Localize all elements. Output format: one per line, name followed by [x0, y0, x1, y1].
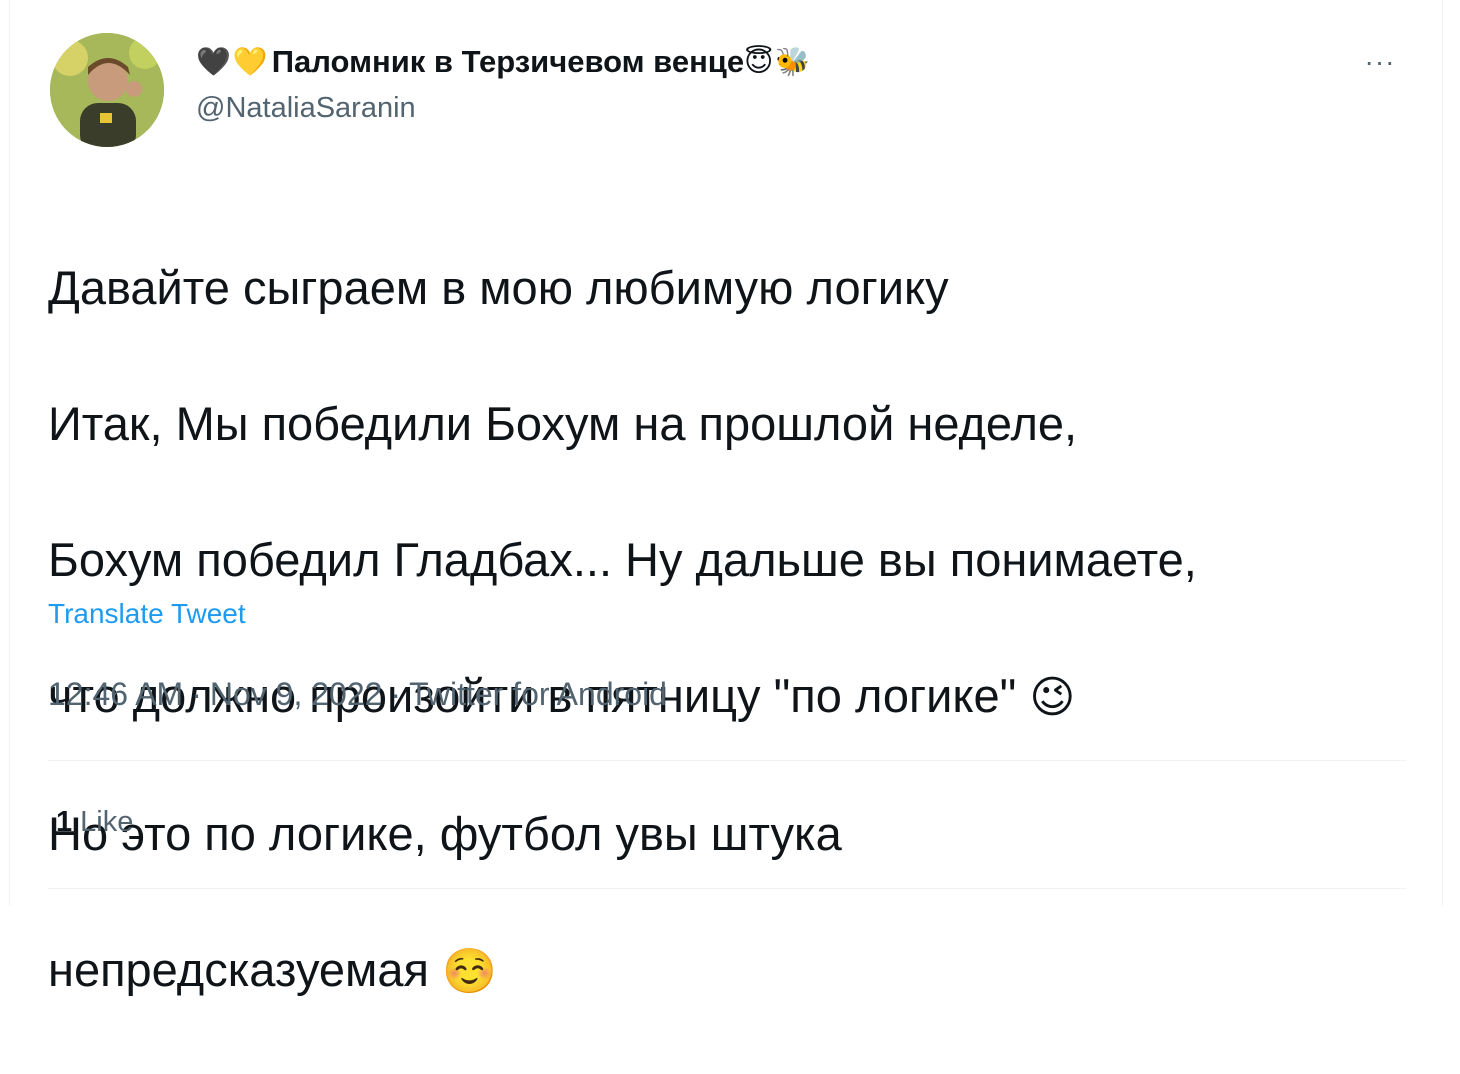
author-avatar[interactable] — [50, 33, 164, 147]
meta-separator: · — [390, 676, 402, 712]
likes-count: 1 — [56, 806, 73, 838]
likes-stat[interactable]: 1 Like — [56, 806, 133, 839]
bee-icon: 🐝 — [775, 46, 811, 77]
tweet-time[interactable]: 12:46 AM — [48, 676, 183, 712]
tweet-source[interactable]: Twitter for Android — [409, 676, 667, 712]
display-name: Паломник в Терзичевом венце — [271, 44, 745, 79]
tweet-text: Давайте сыграем в мою любимую логику Ита… — [48, 186, 1408, 1074]
tweet-line: Итак, Мы победили Бохум на прошлой недел… — [48, 397, 1078, 450]
divider — [48, 760, 1406, 761]
tweet-line: Давайте сыграем в мою любимую логику — [48, 261, 949, 314]
divider — [48, 888, 1406, 889]
translate-tweet-link[interactable]: Translate Tweet — [48, 598, 246, 630]
tweet-date[interactable]: Nov 9, 2022 — [210, 676, 383, 712]
meta-separator: · — [191, 676, 202, 712]
tweet-card: 🖤 💛 Паломник в Терзичевом венце 😇 🐝 @Nat… — [9, 0, 1443, 996]
avatar-image — [50, 33, 164, 147]
tweet-line: Но это по логике, футбол увы штука — [48, 807, 842, 860]
tweet-line: Бохум победил Гладбах... Ну дальше вы по… — [48, 533, 1197, 586]
more-options-icon[interactable]: ··· — [1352, 42, 1408, 82]
author-handle[interactable]: @NataliaSaranin — [196, 92, 416, 125]
tweet-line-text: непредсказуемая — [48, 943, 443, 996]
smiling-blushing-face-icon: ☺️ — [442, 947, 497, 996]
winking-face-icon: 😉 — [1029, 673, 1076, 722]
yellow-heart-icon: 💛 — [232, 46, 268, 77]
likes-label: Like — [80, 806, 134, 838]
halo-face-icon: 😇 — [744, 46, 774, 77]
author-name[interactable]: 🖤 💛 Паломник в Терзичевом венце 😇 🐝 — [196, 40, 812, 84]
tweet-meta: 12:46 AM · Nov 9, 2022 · Twitter for Android — [48, 676, 667, 713]
black-heart-icon: 🖤 — [196, 46, 231, 77]
tweet-line-with-emoji: непредсказуемая ☺️ — [48, 936, 1408, 1006]
